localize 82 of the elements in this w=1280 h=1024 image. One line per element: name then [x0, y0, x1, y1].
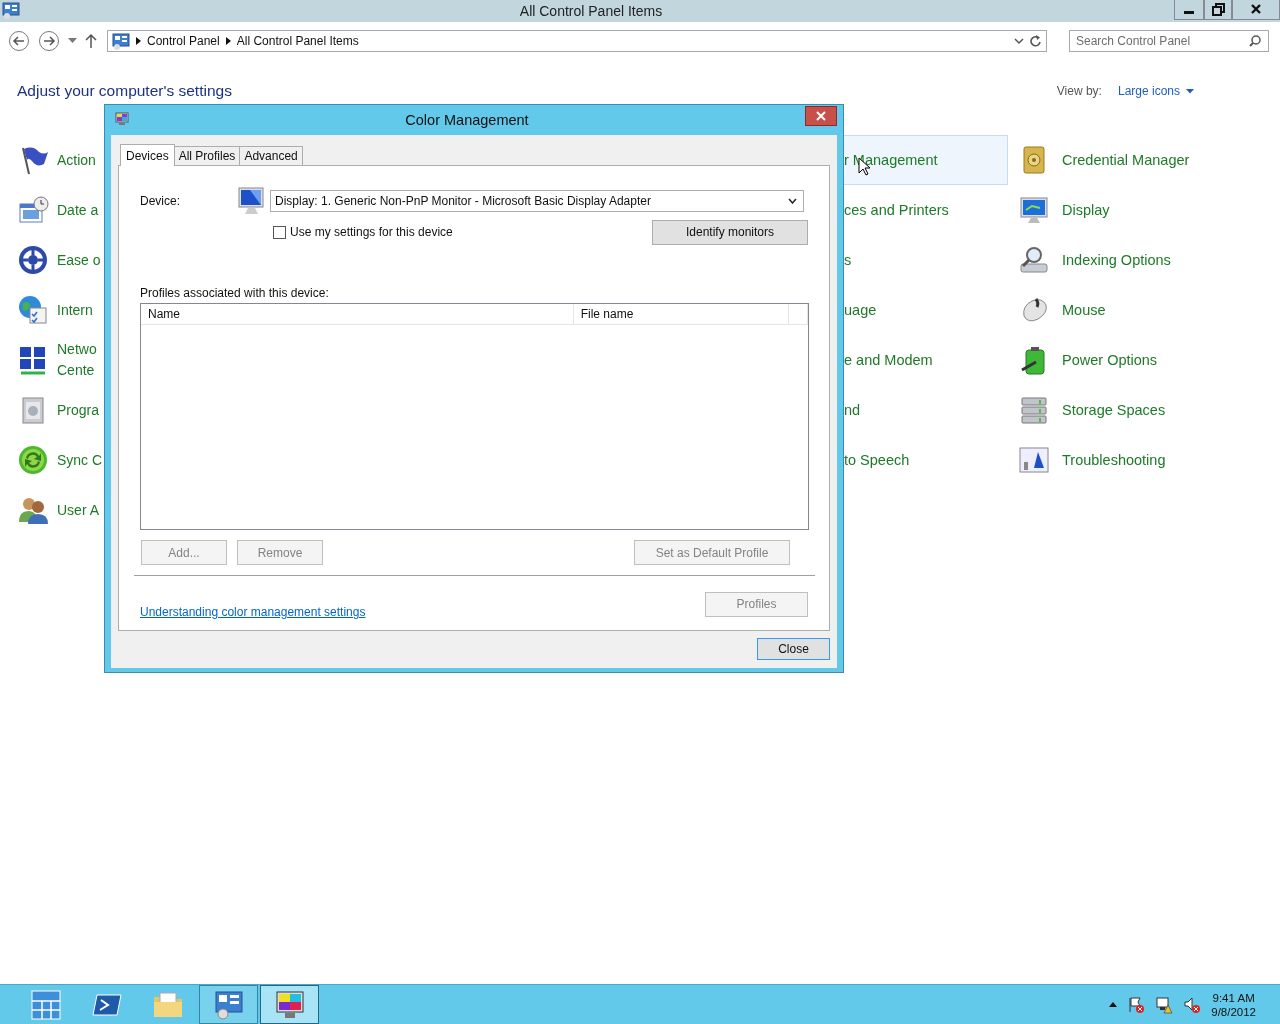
forward-icon[interactable]	[38, 30, 60, 52]
page-heading: Adjust your computer's settings	[17, 82, 233, 100]
back-icon[interactable]	[8, 30, 30, 52]
control-panel-item[interactable]: Storage Spaces	[1018, 385, 1190, 435]
caret-icon	[1186, 88, 1194, 94]
control-panel-icon	[212, 988, 245, 1021]
close-button[interactable]: Close	[757, 638, 830, 660]
tray-arrow-icon[interactable]	[1109, 1002, 1118, 1007]
sync-icon	[17, 444, 49, 476]
taskbar-button[interactable]	[260, 985, 319, 1024]
control-panel-item[interactable]: Intern	[17, 285, 104, 335]
device-label: Device:	[140, 194, 181, 208]
dropdown-arrow-icon[interactable]	[68, 38, 77, 44]
control-panel-item[interactable]: r Management	[843, 135, 1008, 185]
control-panel-item[interactable]: User A	[17, 485, 104, 535]
search-icon	[1249, 35, 1261, 47]
control-panel-item[interactable]: Display	[1018, 185, 1190, 235]
checkbox-label: Use my settings for this device	[290, 225, 453, 239]
column-header[interactable]: File name	[573, 304, 789, 324]
up-icon[interactable]	[85, 33, 97, 49]
close-icon[interactable]	[1232, 0, 1280, 20]
control-panel-item[interactable]: nd	[843, 385, 1008, 435]
control-panel-item[interactable]: Progra	[17, 385, 104, 435]
identify-monitors-button[interactable]: Identify monitors	[652, 219, 808, 245]
breadcrumb-arrow-icon	[225, 37, 231, 45]
network-warning-icon[interactable]	[1155, 995, 1174, 1014]
tab[interactable]: Advanced	[239, 146, 303, 165]
column-header[interactable]: Name	[141, 304, 574, 324]
view-by-label: View by:	[1056, 84, 1102, 98]
clock[interactable]: 9:41 AM 9/8/2012	[1211, 990, 1256, 1019]
chevron-down-icon	[788, 198, 797, 204]
control-panel-item[interactable]: e and Modem	[843, 335, 1008, 385]
speaker-muted-icon[interactable]	[1183, 995, 1202, 1014]
address-bar[interactable]: Control Panel All Control Panel Items	[107, 30, 1047, 52]
close-button[interactable]	[805, 106, 837, 126]
profiles-label: Profiles associated with this device:	[140, 286, 330, 302]
control-panel-item[interactable]: to Speech	[843, 435, 1008, 485]
monitor-chart-icon	[1018, 444, 1050, 476]
profiles-list[interactable]: Name File name	[140, 303, 809, 530]
control-panel-item[interactable]: Mouse	[1018, 285, 1190, 335]
search-field[interactable]: Search Control Panel	[1069, 30, 1269, 52]
control-panel-item[interactable]: s	[843, 235, 1008, 285]
control-panel-item[interactable]: Credential Manager	[1018, 135, 1190, 185]
control-panel-item[interactable]: Date a	[17, 185, 104, 235]
control-panel-item[interactable]: Indexing Options	[1018, 235, 1190, 285]
monitor-icon	[273, 988, 306, 1021]
control-panel-icon	[2, 2, 20, 19]
control-panel-item[interactable]: ces and Printers	[843, 185, 1008, 235]
accessibility-icon	[17, 244, 49, 276]
monitor-icon	[1018, 194, 1050, 226]
device-dropdown[interactable]: Display: 1. Generic Non-PnP Monitor - Microsoft Basic Display Adapter	[270, 190, 804, 212]
minimize-icon[interactable]	[1174, 0, 1204, 20]
checkbox[interactable]	[273, 225, 286, 239]
magnifier-drive-icon	[1018, 244, 1050, 276]
control-panel-item[interactable]: Troubleshooting	[1018, 435, 1190, 485]
breadcrumb-arrow-icon	[136, 37, 141, 45]
refresh-icon[interactable]	[1030, 34, 1042, 48]
breadcrumb[interactable]: Control Panel	[147, 34, 220, 48]
taskbar-button[interactable]	[199, 985, 258, 1024]
start-icon	[29, 988, 62, 1021]
close-icon	[816, 111, 826, 121]
control-panel-item[interactable]: Ease o	[17, 235, 104, 285]
control-panel-item[interactable]: Sync C	[17, 435, 104, 485]
monitor-icon	[115, 112, 129, 126]
chevron-down-icon[interactable]	[1014, 37, 1024, 45]
window-title: All Control Panel Items	[518, 3, 664, 19]
tab[interactable]: Devices	[120, 144, 175, 166]
control-panel-item[interactable]: Power Options	[1018, 335, 1190, 385]
control-panel-item[interactable]: Netwo Cente	[17, 335, 104, 385]
flag-error-icon[interactable]	[1127, 995, 1146, 1014]
disk-stack-icon	[1018, 394, 1050, 426]
globe-checklist-icon	[17, 294, 49, 326]
control-panel-item[interactable]: Action	[17, 135, 104, 185]
restore-icon[interactable]	[1204, 0, 1232, 20]
help-link[interactable]: Understanding color management settings	[140, 605, 366, 619]
monitor-icon	[236, 186, 266, 216]
calendar-clock-icon	[17, 194, 49, 226]
control-panel-icon	[112, 32, 130, 50]
dialog-title: Color Management	[404, 112, 530, 128]
control-panel-item[interactable]: uage	[843, 285, 1008, 335]
breadcrumb[interactable]: All Control Panel Items	[236, 34, 359, 48]
view-dropdown[interactable]: Large icons	[1117, 84, 1194, 98]
